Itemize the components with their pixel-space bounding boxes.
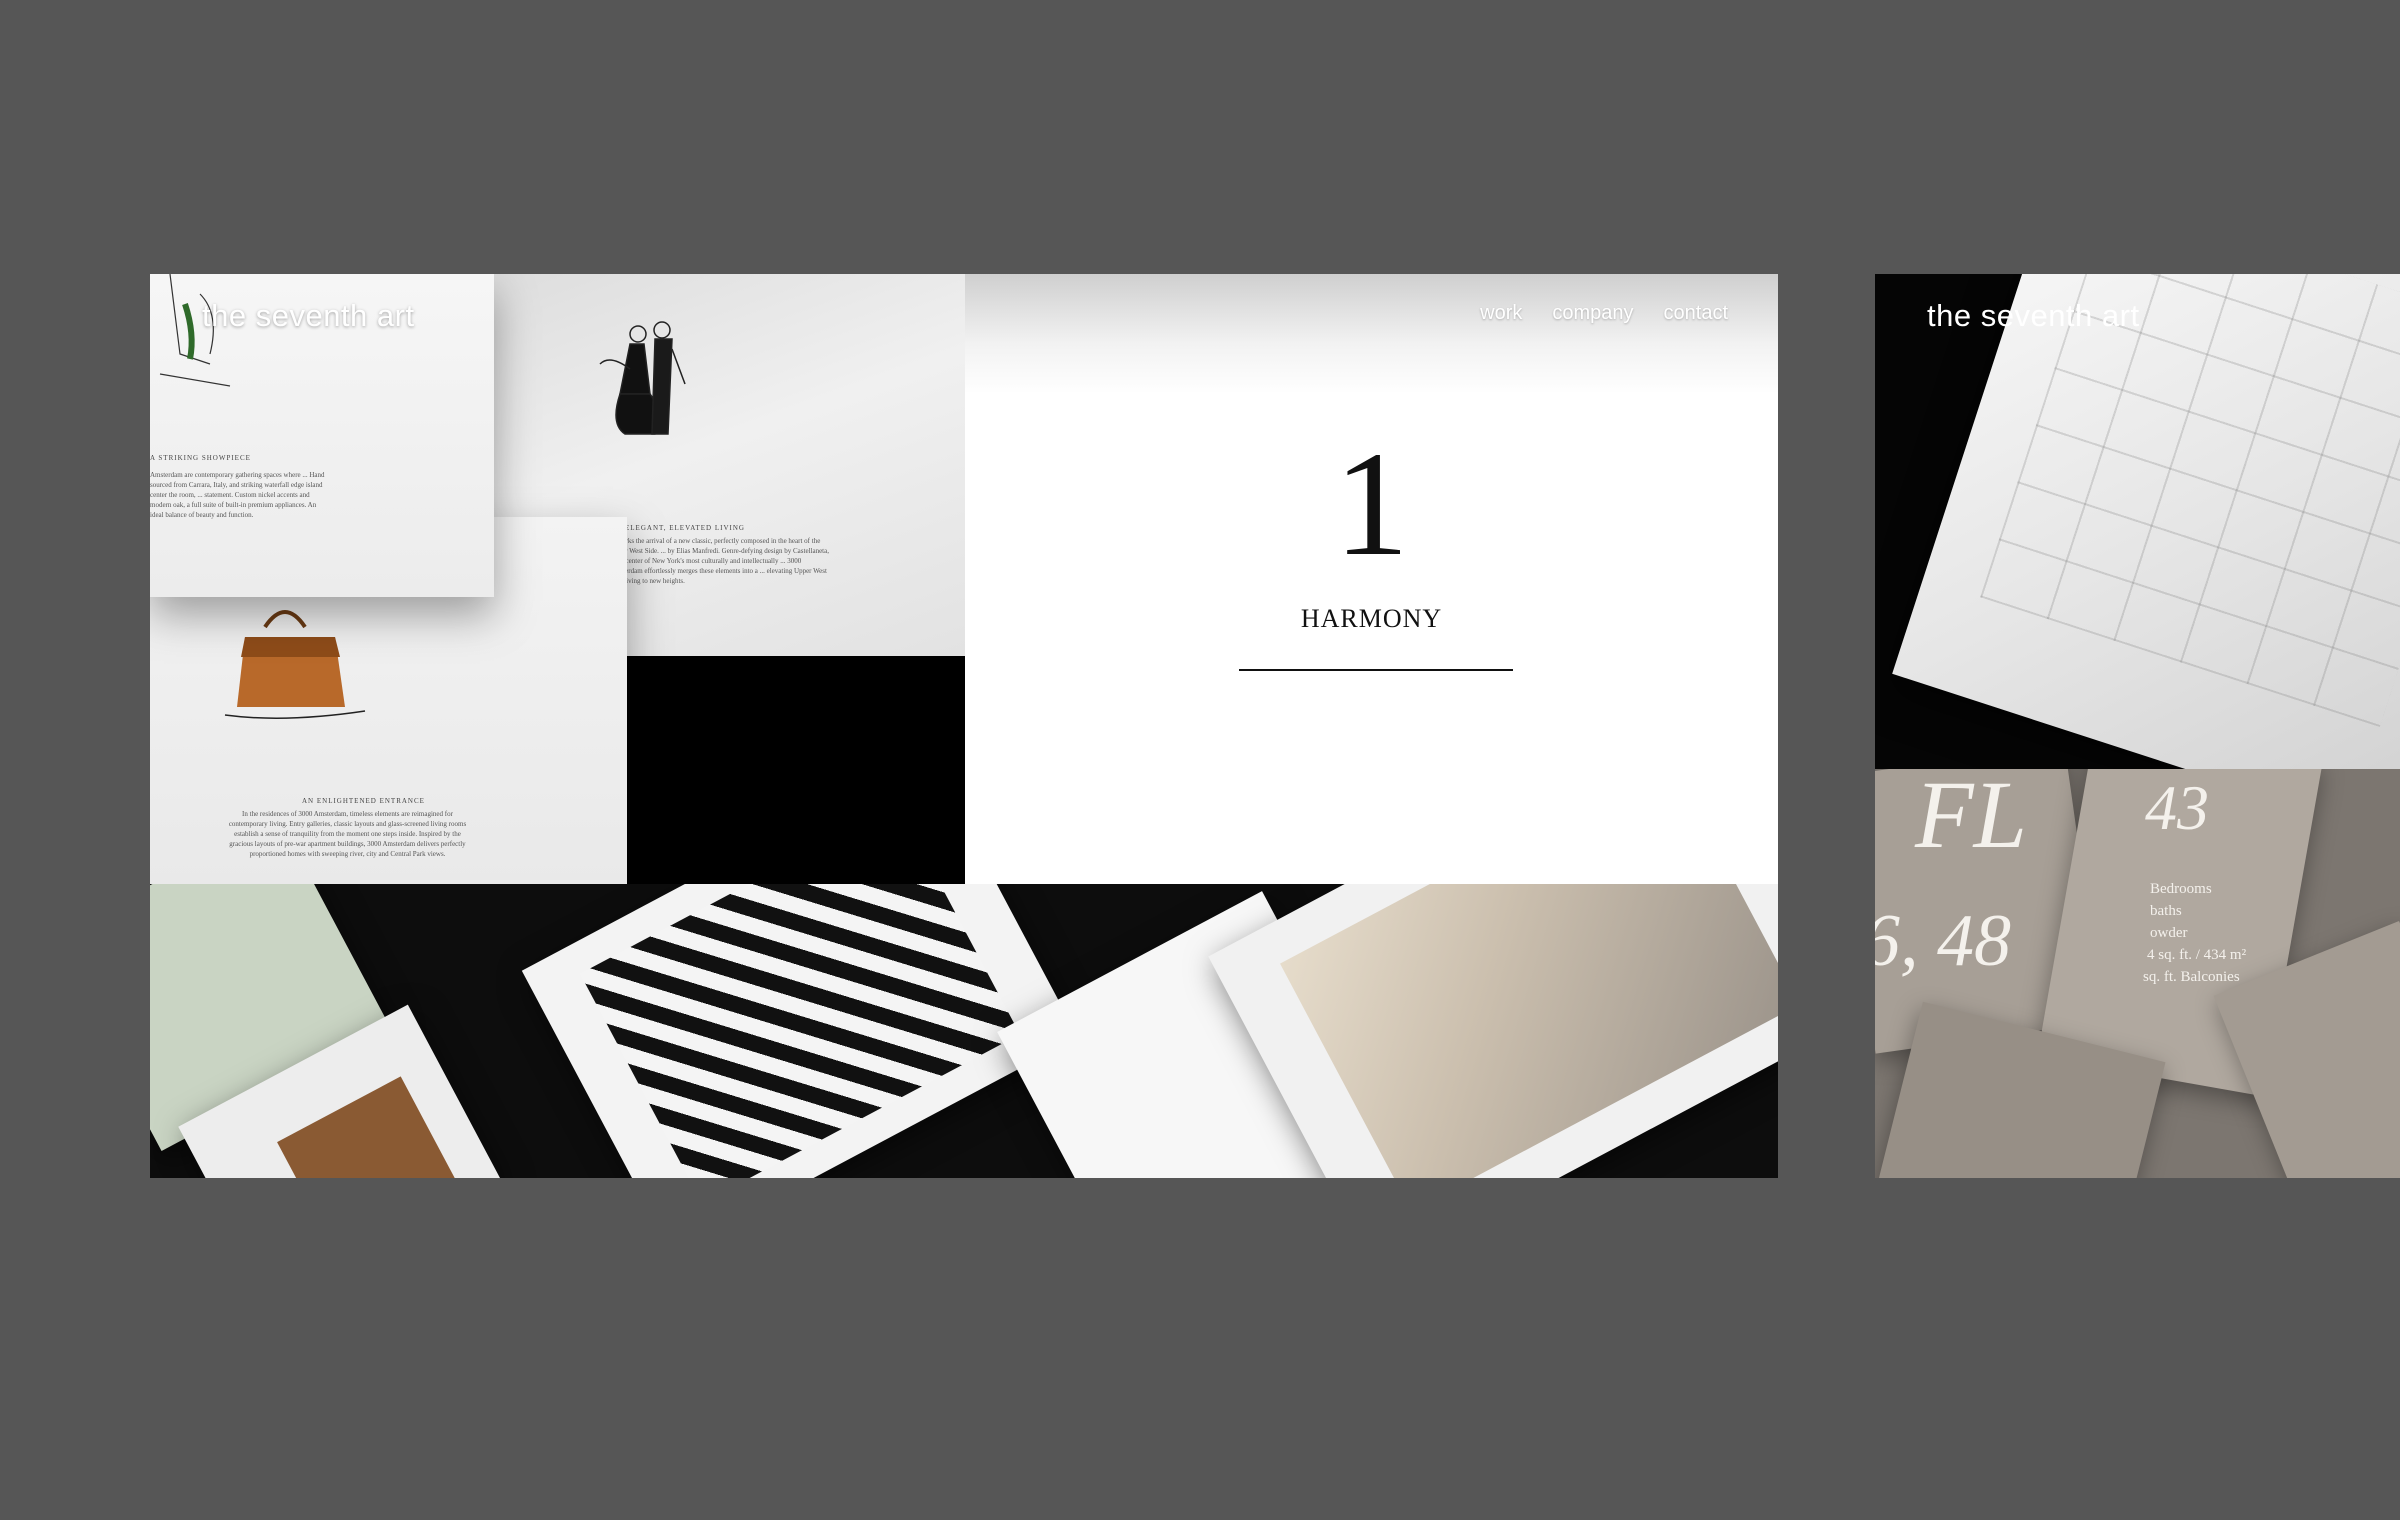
spec-area: 4 sq. ft. / 434 m²	[2147, 947, 2247, 963]
floor-number-top: 43	[2145, 772, 2209, 843]
floor-numbers: 6, 48	[1875, 900, 2011, 982]
body-striking-showpiece: Amsterdam are contemporary gathering spa…	[150, 471, 325, 519]
chapter-number: 1	[1334, 421, 1409, 587]
nav-work-link[interactable]: work	[1480, 302, 1522, 325]
website-mockup-side: FL 43 6, 48 Bedrooms baths owder 4 sq. f…	[1875, 274, 2400, 1178]
blueprint-photo	[1875, 274, 2400, 769]
presentation-canvas: ELEGANT, ELEVATED LIVING ... marks the a…	[0, 0, 2400, 1520]
brochure-collage: ELEGANT, ELEVATED LIVING ... marks the a…	[150, 274, 965, 884]
hero-chapter-panel: 1 HARMONY	[965, 274, 1778, 884]
body-enlightened-entrance: In the residences of 3000 Amsterdam, tim…	[228, 810, 467, 858]
nav-company-link[interactable]: company	[1552, 302, 1633, 325]
heading-striking-showpiece: A STRIKING SHOWPIECE	[150, 454, 251, 462]
site-logo-side[interactable]: the seventh art	[1927, 298, 2140, 334]
body-elegant-living: ... marks the arrival of a new classic, …	[610, 537, 829, 585]
nav-contact-link[interactable]: contact	[1664, 302, 1728, 325]
photo-strip	[150, 884, 1778, 1178]
website-mockup-main: ELEGANT, ELEVATED LIVING ... marks the a…	[150, 274, 1778, 1178]
site-nav: work company contact	[1480, 302, 1728, 325]
spec-baths: baths	[2150, 903, 2182, 919]
floor-brochure-photo: FL 43 6, 48 Bedrooms baths owder 4 sq. f…	[1875, 769, 2400, 1178]
floorplan-sheet	[1892, 274, 2400, 769]
kitchen-photo	[1280, 884, 1778, 1178]
heading-enlightened-entrance: AN ENLIGHTENED ENTRANCE	[302, 797, 425, 805]
chapter-underline	[1239, 669, 1513, 671]
spec-bedrooms: Bedrooms	[2150, 881, 2212, 897]
floorplan-lines	[1980, 274, 2400, 727]
spec-powder: owder	[2150, 925, 2188, 941]
chapter-title: HARMONY	[1300, 604, 1443, 633]
heading-elegant-living: ELEGANT, ELEVATED LIVING	[625, 524, 745, 532]
pattern-card	[521, 884, 1079, 1178]
wood-swatch	[277, 1076, 458, 1178]
site-logo[interactable]: the seventh art	[202, 298, 415, 334]
floor-label: FL	[1915, 769, 2028, 868]
spec-balconies: sq. ft. Balconies	[2143, 969, 2240, 985]
chevron-pattern	[580, 884, 1020, 1178]
